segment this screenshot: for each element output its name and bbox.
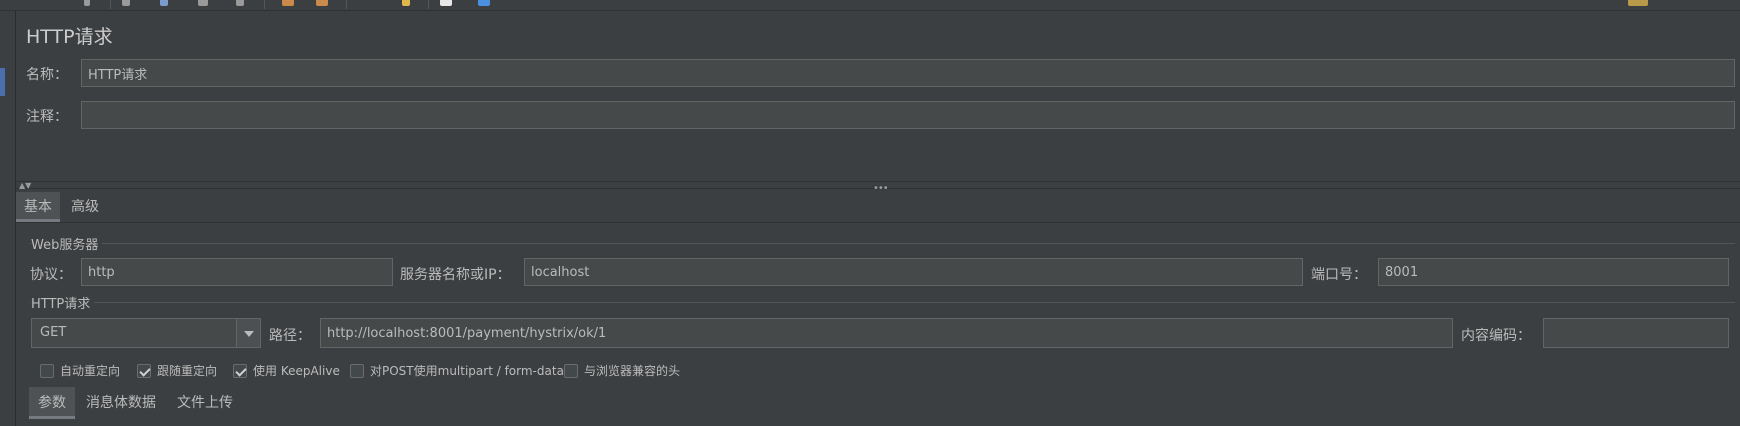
protocol-input[interactable] — [81, 258, 393, 286]
method-value: GET — [40, 325, 67, 340]
method-select[interactable]: GET — [31, 318, 261, 348]
toolbar-separator — [346, 0, 347, 9]
web-server-group-title: Web服务器 — [31, 234, 103, 253]
tab-basic[interactable]: 基本 — [16, 192, 60, 222]
protocol-label: 协议： — [30, 267, 72, 283]
browser-compatible-headers-checkbox[interactable]: 与浏览器兼容的头 — [564, 362, 680, 379]
toolbar-separator — [110, 0, 111, 9]
toolbar-icon[interactable] — [316, 0, 328, 6]
server-name-input[interactable] — [524, 258, 1303, 286]
checkbox-label: 与浏览器兼容的头 — [584, 364, 681, 378]
toolbar-icon[interactable] — [440, 0, 452, 6]
name-input[interactable] — [81, 59, 1735, 87]
chevron-down-icon[interactable] — [236, 319, 260, 347]
http-request-group-title: HTTP请求 — [31, 293, 95, 312]
tab-bar-divider — [16, 222, 1740, 223]
checkbox-box[interactable] — [564, 363, 578, 378]
checkbox-label: 跟随重定向 — [157, 364, 218, 378]
toolbar-icon[interactable] — [122, 0, 130, 6]
toolbar-icon[interactable] — [236, 0, 244, 6]
group-divider — [30, 243, 1735, 244]
path-input[interactable] — [320, 318, 1453, 348]
checkbox-label: 对POST使用multipart / form-data — [370, 364, 564, 378]
toolbar-separator — [428, 0, 429, 9]
name-label: 名称： — [26, 67, 68, 83]
keepalive-checkbox[interactable]: 使用 KeepAlive — [233, 362, 340, 379]
comment-input[interactable] — [81, 101, 1735, 129]
toolbar-icon[interactable] — [402, 0, 410, 6]
toolbar-icon[interactable] — [160, 0, 168, 6]
toolbar-icon[interactable] — [198, 0, 208, 6]
group-divider — [30, 302, 1735, 303]
content-encoding-input[interactable] — [1543, 318, 1729, 348]
collapse-arrows-icon[interactable]: ▲▼ — [19, 181, 31, 190]
auto-redirect-checkbox[interactable]: 自动重定向 — [40, 362, 120, 379]
checkbox-box[interactable] — [40, 363, 54, 378]
checkbox-box[interactable] — [350, 363, 364, 378]
toolbar-icon[interactable] — [84, 0, 90, 6]
panel-title: HTTP请求 — [26, 26, 113, 48]
port-label: 端口号： — [1311, 267, 1367, 283]
toolbar-icon[interactable] — [282, 0, 294, 6]
checkbox-box[interactable] — [137, 363, 151, 378]
port-input[interactable] — [1378, 258, 1729, 286]
server-name-label: 服务器名称或IP： — [400, 267, 511, 283]
subtab-files-upload[interactable]: 文件上传 — [168, 387, 242, 419]
checkbox-label: 自动重定向 — [60, 364, 121, 378]
checkbox-box[interactable] — [233, 363, 247, 378]
toolbar-icon[interactable] — [1628, 0, 1648, 6]
toolbar — [0, 0, 1740, 11]
subtab-body-data[interactable]: 消息体数据 — [77, 387, 165, 419]
selection-marker — [0, 68, 5, 96]
content-encoding-label: 内容编码： — [1461, 328, 1531, 344]
tab-advanced[interactable]: 高级 — [63, 192, 107, 222]
multipart-checkbox[interactable]: 对POST使用multipart / form-data — [350, 362, 564, 379]
subtab-parameters[interactable]: 参数 — [29, 387, 75, 419]
path-label: 路径： — [269, 328, 311, 344]
toolbar-icon[interactable] — [478, 0, 490, 6]
follow-redirect-checkbox[interactable]: 跟随重定向 — [137, 362, 217, 379]
drag-handle-icon[interactable]: ••• — [873, 183, 889, 194]
comment-label: 注释： — [26, 109, 68, 125]
toolbar-separator — [264, 0, 265, 9]
checkbox-label: 使用 KeepAlive — [253, 364, 340, 378]
